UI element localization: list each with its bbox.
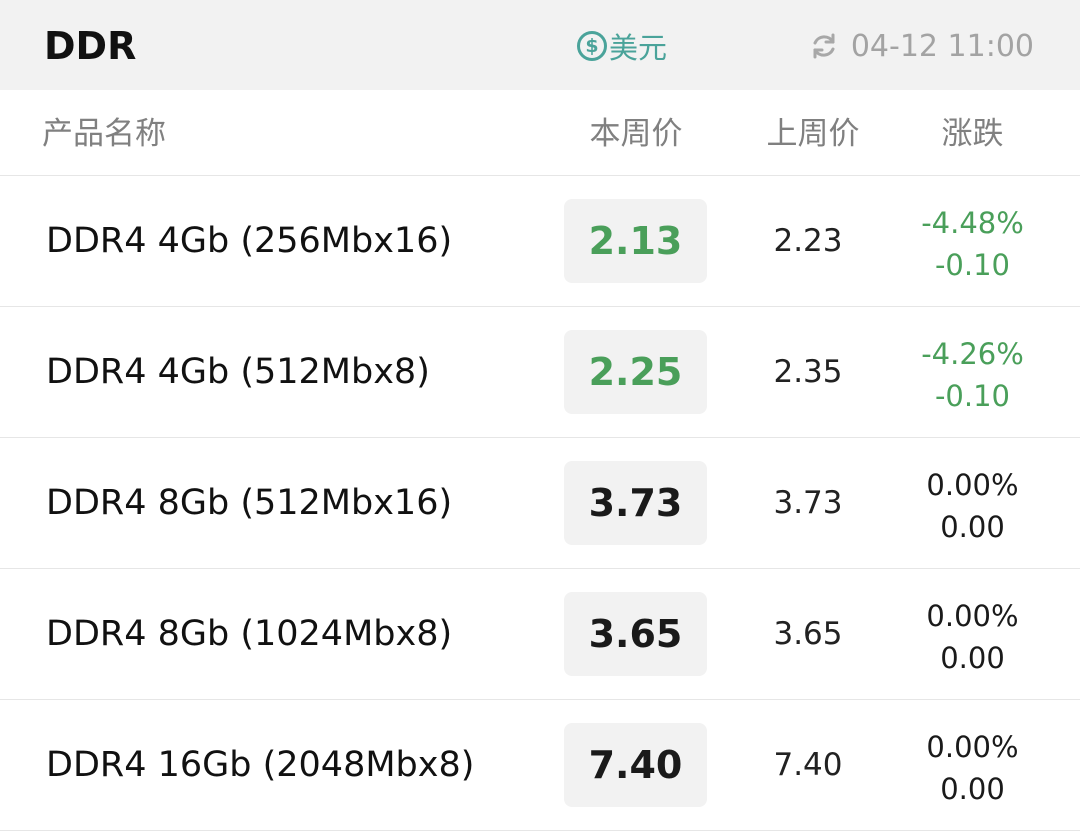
last-week-price: 2.23 xyxy=(773,223,843,259)
table-row[interactable]: DDR4 4Gb (256Mbx16) 2.13 2.23 -4.48% -0.10 xyxy=(0,176,1080,307)
last-week-price: 7.40 xyxy=(773,747,843,783)
column-header-this-week[interactable]: 本周价 xyxy=(565,90,707,176)
last-week-price: 2.35 xyxy=(773,354,843,390)
change-absolute: 0.00 xyxy=(940,641,1005,675)
price-change: 0.00% 0.00 xyxy=(905,726,1040,810)
change-absolute: 0.00 xyxy=(940,510,1005,544)
price-change: 0.00% 0.00 xyxy=(905,595,1040,679)
this-week-price: 3.73 xyxy=(564,461,707,545)
table-row[interactable]: DDR4 8Gb (512Mbx16) 3.73 3.73 0.00% 0.00 xyxy=(0,438,1080,569)
last-week-price: 3.65 xyxy=(773,616,843,652)
change-absolute: -0.10 xyxy=(934,379,1011,413)
column-header-last-week[interactable]: 上周价 xyxy=(738,90,888,176)
product-name: DDR4 8Gb (512Mbx16) xyxy=(46,483,453,523)
this-week-price: 3.65 xyxy=(564,592,707,676)
refresh-icon[interactable] xyxy=(809,31,839,61)
product-name: DDR4 4Gb (256Mbx16) xyxy=(46,221,453,261)
this-week-price: 2.25 xyxy=(564,330,707,414)
update-info[interactable]: 04-12 11:00 xyxy=(809,26,1034,66)
top-bar: DDR $ 美元 04-12 11:00 xyxy=(0,0,1080,90)
table-row[interactable]: DDR4 4Gb (512Mbx8) 2.25 2.35 -4.26% -0.10 xyxy=(0,307,1080,438)
change-percent: 0.00% xyxy=(926,730,1019,764)
column-header-change[interactable]: 涨跌 xyxy=(905,90,1040,176)
currency-label: 美元 xyxy=(609,31,668,65)
change-percent: -4.48% xyxy=(921,206,1024,240)
product-name: DDR4 16Gb (2048Mbx8) xyxy=(46,745,475,785)
product-name: DDR4 8Gb (1024Mbx8) xyxy=(46,614,453,654)
this-week-price: 7.40 xyxy=(564,723,707,807)
change-percent: -4.26% xyxy=(921,337,1024,371)
price-change: 0.00% 0.00 xyxy=(905,464,1040,548)
price-change: -4.26% -0.10 xyxy=(905,333,1040,417)
update-timestamp: 04-12 11:00 xyxy=(850,28,1034,64)
last-week-price: 3.73 xyxy=(773,485,843,521)
price-change: -4.48% -0.10 xyxy=(905,202,1040,286)
table-row[interactable]: DDR4 16Gb (2048Mbx8) 7.40 7.40 0.00% 0.00 xyxy=(0,700,1080,831)
change-absolute: 0.00 xyxy=(940,772,1005,806)
dollar-coin-icon: $ xyxy=(577,31,607,61)
currency-toggle[interactable]: $ 美元 xyxy=(577,26,667,66)
table-row[interactable]: DDR4 8Gb (1024Mbx8) 3.65 3.65 0.00% 0.00 xyxy=(0,569,1080,700)
column-header-name: 产品名称 xyxy=(42,116,166,152)
product-name: DDR4 4Gb (512Mbx8) xyxy=(46,352,430,392)
table-header: 产品名称 本周价 上周价 涨跌 xyxy=(0,90,1080,176)
change-absolute: -0.10 xyxy=(934,248,1011,282)
change-percent: 0.00% xyxy=(926,468,1019,502)
this-week-price: 2.13 xyxy=(564,199,707,283)
page-title: DDR xyxy=(44,24,137,68)
change-percent: 0.00% xyxy=(926,599,1019,633)
